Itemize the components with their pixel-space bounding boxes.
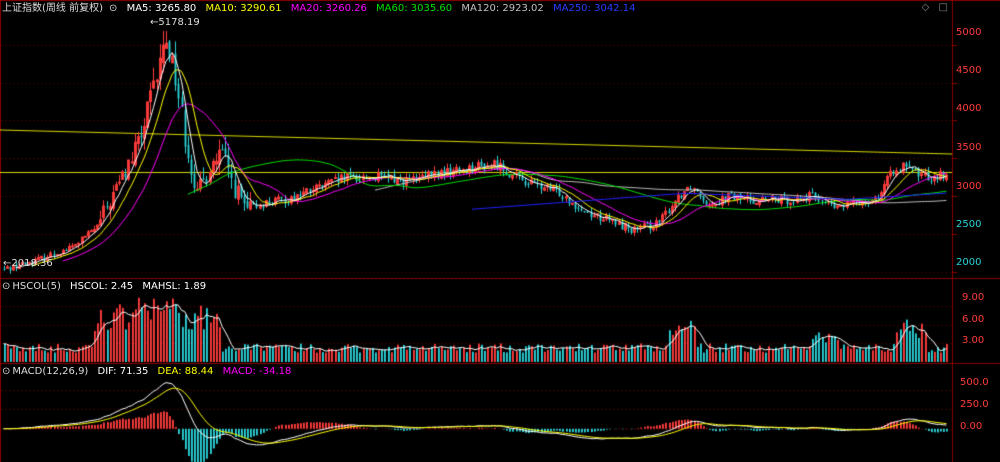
price-tick: 2000	[956, 257, 982, 268]
top-icons: ◇ □	[916, 2, 948, 13]
macd-tick: 500.0	[960, 377, 989, 388]
circle-chevron-down-icon[interactable]: ⊙	[2, 366, 10, 377]
ma5-label: MA5: 3265.80	[126, 3, 197, 14]
index-title: 上证指数(周线 前复权)	[2, 3, 103, 14]
price-tick: 4000	[956, 103, 982, 114]
hscol-tick: 3.00	[962, 335, 985, 346]
hscol-title: HSCOL(5)	[12, 281, 61, 292]
hscol-tick: 9.00	[962, 292, 985, 303]
price-panel-header: 上证指数(周线 前复权) ⊙ MA5: 3265.80 MA10: 3290.61…	[2, 1, 641, 17]
ma20-label: MA20: 3260.26	[290, 3, 367, 14]
hscol-value: HSCOL: 2.45	[70, 281, 134, 292]
macd-tick: 0.00	[960, 421, 983, 432]
macd-value: MACD: -34.18	[222, 366, 292, 377]
price-low-label: ←2018.36	[3, 258, 53, 269]
square-icon[interactable]: □	[939, 2, 948, 13]
ma60-label: MA60: 3035.60	[376, 3, 453, 14]
circle-chevron-down-icon[interactable]: ⊙	[109, 3, 117, 14]
price-tick: 2500	[956, 219, 982, 230]
price-tick: 3000	[956, 181, 982, 192]
ma120-label: MA120: 2923.02	[461, 3, 544, 14]
price-high-label: ←5178.19	[150, 17, 200, 28]
price-tick: 5000	[956, 27, 982, 38]
ma10-label: MA10: 3290.61	[205, 3, 282, 14]
index-chart-canvas[interactable]	[0, 0, 1000, 462]
macd-tick: 250.0	[960, 399, 989, 410]
hscol-tick: 6.00	[962, 314, 985, 325]
mahsl-value: MAHSL: 1.89	[142, 281, 207, 292]
dea-value: DEA: 88.44	[157, 366, 214, 377]
diamond-icon[interactable]: ◇	[922, 2, 930, 13]
macd-title: MACD(12,26,9)	[12, 366, 89, 377]
hscol-panel-header: ⊙ HSCOL(5) HSCOL: 2.45 MAHSL: 1.89	[2, 279, 212, 295]
dif-value: DIF: 71.35	[97, 366, 149, 377]
macd-panel-header: ⊙ MACD(12,26,9) DIF: 71.35 DEA: 88.44 MAC…	[2, 364, 297, 380]
circle-chevron-down-icon[interactable]: ⊙	[2, 281, 10, 292]
price-tick: 4500	[956, 65, 982, 76]
ma250-label: MA250: 3042.14	[552, 3, 636, 14]
price-tick: 3500	[956, 142, 982, 153]
